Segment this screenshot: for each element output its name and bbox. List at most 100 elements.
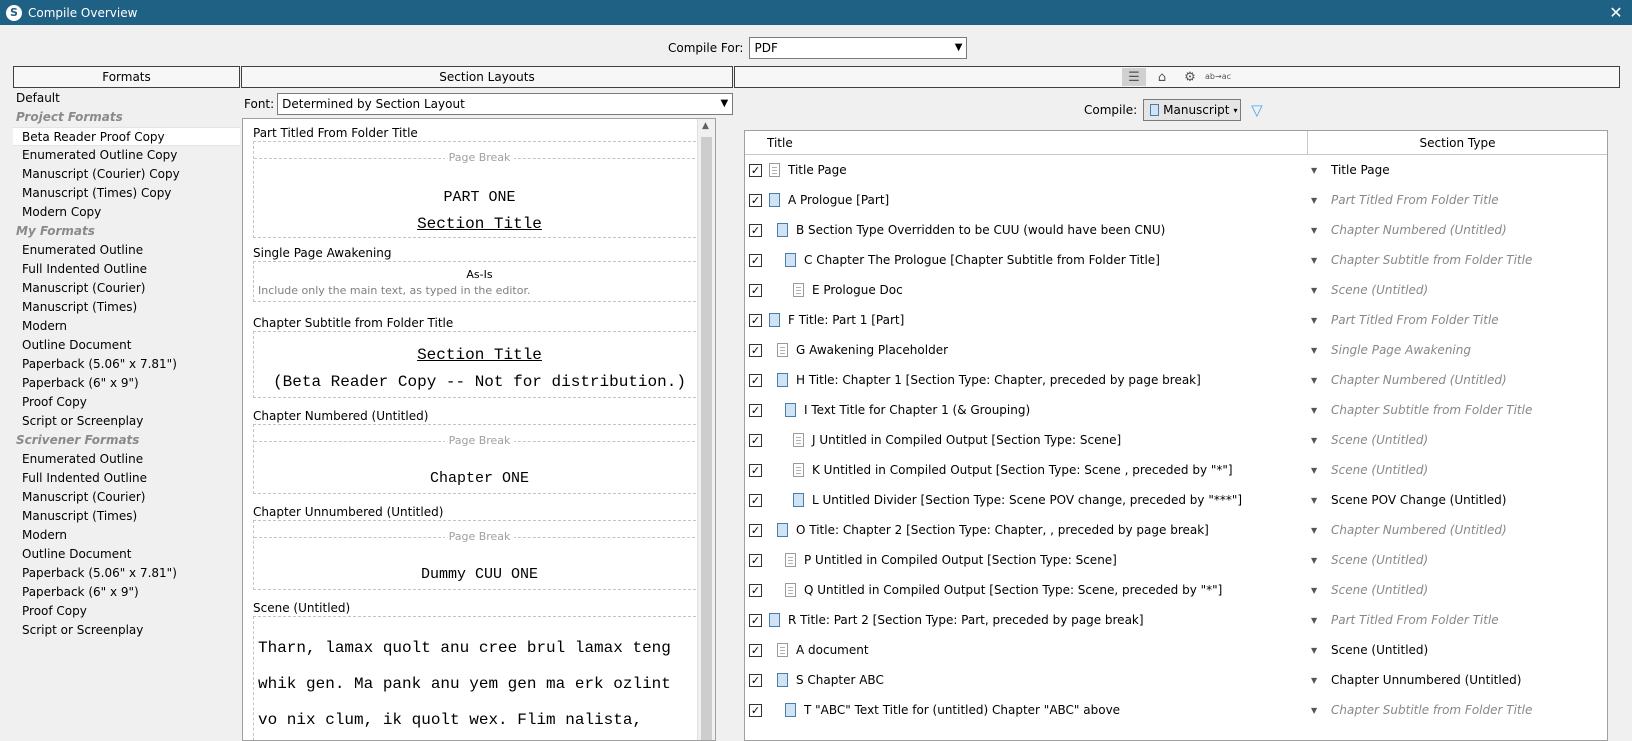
include-checkbox[interactable]: ✓ [749,493,762,507]
include-checkbox[interactable]: ✓ [749,403,762,417]
format-item[interactable]: Manuscript (Courier) [13,279,240,298]
layout-title-part-titled[interactable]: Part Titled From Folder Title [253,126,418,140]
layouts-scrollbar[interactable]: ▲ [697,119,715,740]
font-select[interactable]: Determined by Section Layout ▼ [277,93,734,115]
format-item[interactable]: Manuscript (Times) [13,298,240,317]
section-type-dropdown-icon[interactable]: ▼ [1311,646,1317,655]
section-type-value[interactable]: Scene POV Change (Untitled) [1331,493,1506,507]
layout-title-single-page[interactable]: Single Page Awakening [253,246,392,260]
format-item[interactable]: Enumerated Outline [13,450,240,469]
section-type-value[interactable]: Title Page [1331,163,1390,177]
filter-icon[interactable]: ▽ [1251,101,1263,119]
outline-row[interactable]: ✓ E Prologue Doc ▼ Scene (Untitled) [745,275,1607,305]
format-item[interactable]: Beta Reader Proof Copy [13,127,240,146]
section-type-value[interactable]: Chapter Subtitle from Folder Title [1331,253,1532,267]
close-button[interactable]: ✕ [1604,2,1628,23]
section-type-dropdown-icon[interactable]: ▼ [1311,706,1317,715]
include-checkbox[interactable]: ✓ [749,523,762,537]
section-type-dropdown-icon[interactable]: ▼ [1311,346,1317,355]
layout-preview-single-page[interactable]: As-Is Include only the main text, as typ… [253,261,706,302]
section-type-dropdown-icon[interactable]: ▼ [1311,616,1317,625]
format-item[interactable]: Proof Copy [13,602,240,621]
format-item[interactable]: Manuscript (Times) [13,507,240,526]
include-checkbox[interactable]: ✓ [749,223,762,237]
format-item[interactable]: Proof Copy [13,393,240,412]
format-item[interactable]: Manuscript (Times) Copy [13,184,240,203]
section-type-dropdown-icon[interactable]: ▼ [1311,556,1317,565]
outline-row[interactable]: ✓ T "ABC" Text Title for (untitled) Chapt… [745,695,1607,725]
layout-preview-part-titled[interactable]: Page Break PART ONE Section Title [253,141,706,238]
section-type-value[interactable]: Chapter Subtitle from Folder Title [1331,403,1532,417]
include-checkbox[interactable]: ✓ [749,703,762,717]
layout-preview-chapter-subtitle[interactable]: Section Title (Beta Reader Copy -- Not f… [253,331,706,398]
section-type-value[interactable]: Chapter Subtitle from Folder Title [1331,703,1532,717]
include-checkbox[interactable]: ✓ [749,193,762,207]
outline-row[interactable]: ✓ C Chapter The Prologue [Chapter Subtitl… [745,245,1607,275]
section-type-value[interactable]: Scene (Untitled) [1331,643,1428,657]
section-type-dropdown-icon[interactable]: ▼ [1311,166,1317,175]
include-checkbox[interactable]: ✓ [749,583,762,597]
column-header-title[interactable]: Title [745,131,1308,154]
replace-icon[interactable]: ab→ac [1205,68,1231,86]
section-type-dropdown-icon[interactable]: ▼ [1311,256,1317,265]
outline-row[interactable]: ✓ Q Untitled in Compiled Output [Section … [745,575,1607,605]
section-type-dropdown-icon[interactable]: ▼ [1311,496,1317,505]
format-item[interactable]: Enumerated Outline Copy [13,146,240,165]
section-type-value[interactable]: Scene (Untitled) [1331,553,1428,567]
outline-row[interactable]: ✓ L Untitled Divider [Section Type: Scene… [745,485,1607,515]
outline-row[interactable]: ✓ B Section Type Overridden to be CUU (wo… [745,215,1607,245]
format-item[interactable]: Manuscript (Courier) Copy [13,165,240,184]
include-checkbox[interactable]: ✓ [749,613,762,627]
section-type-value[interactable]: Part Titled From Folder Title [1331,193,1499,207]
section-type-dropdown-icon[interactable]: ▼ [1311,376,1317,385]
outline-row[interactable]: ✓ R Title: Part 2 [Section Type: Part, pr… [745,605,1607,635]
include-checkbox[interactable]: ✓ [749,163,762,177]
section-type-value[interactable]: Scene (Untitled) [1331,583,1428,597]
layout-title-chapter-numbered[interactable]: Chapter Numbered (Untitled) [253,409,428,423]
outline-row[interactable]: ✓ P Untitled in Compiled Output [Section … [745,545,1607,575]
include-checkbox[interactable]: ✓ [749,373,762,387]
format-item[interactable]: Script or Screenplay [13,621,240,640]
section-type-dropdown-icon[interactable]: ▼ [1311,196,1317,205]
tag-icon[interactable]: ⌂ [1150,68,1174,86]
column-header-section-type[interactable]: Section Type [1308,131,1607,154]
include-checkbox[interactable]: ✓ [749,283,762,297]
outline-row[interactable]: ✓ Title Page ▼ Title Page [745,155,1607,185]
layout-title-chapter-subtitle[interactable]: Chapter Subtitle from Folder Title [253,316,453,330]
outline-row[interactable]: ✓ F Title: Part 1 [Part] ▼ Part Titled From… [745,305,1607,335]
list-icon[interactable]: ☰ [1122,68,1146,86]
format-item[interactable]: Outline Document [13,545,240,564]
format-item[interactable]: Paperback (6" x 9") [13,583,240,602]
include-checkbox[interactable]: ✓ [749,343,762,357]
section-type-value[interactable]: Scene (Untitled) [1331,463,1428,477]
outline-row[interactable]: ✓ H Title: Chapter 1 [Section Type: Chapt… [745,365,1607,395]
include-checkbox[interactable]: ✓ [749,313,762,327]
include-checkbox[interactable]: ✓ [749,463,762,477]
format-item[interactable]: Full Indented Outline [13,260,240,279]
format-item[interactable]: Paperback (5.06" x 7.81") [13,564,240,583]
section-type-value[interactable]: Part Titled From Folder Title [1331,313,1499,327]
layout-title-chapter-unnumbered[interactable]: Chapter Unnumbered (Untitled) [253,505,443,519]
scroll-up-arrow-icon[interactable]: ▲ [702,121,709,131]
section-type-value[interactable]: Chapter Numbered (Untitled) [1331,373,1507,387]
format-item[interactable]: Manuscript (Courier) [13,488,240,507]
outline-row[interactable]: ✓ A document ▼ Scene (Untitled) [745,635,1607,665]
section-type-value[interactable]: Chapter Numbered (Untitled) [1331,223,1507,237]
include-checkbox[interactable]: ✓ [749,643,762,657]
section-type-dropdown-icon[interactable]: ▼ [1311,286,1317,295]
section-type-value[interactable]: Scene (Untitled) [1331,283,1428,297]
include-checkbox[interactable]: ✓ [749,433,762,447]
section-type-dropdown-icon[interactable]: ▼ [1311,226,1317,235]
section-type-dropdown-icon[interactable]: ▼ [1311,676,1317,685]
outline-row[interactable]: ✓ I Text Title for Chapter 1 (& Grouping)… [745,395,1607,425]
layout-preview-chapter-numbered[interactable]: Page Break Chapter ONE [253,424,706,494]
include-checkbox[interactable]: ✓ [749,553,762,567]
section-type-dropdown-icon[interactable]: ▼ [1311,406,1317,415]
section-type-dropdown-icon[interactable]: ▼ [1311,466,1317,475]
layout-preview-chapter-unnumbered[interactable]: Page Break Dummy CUU ONE [253,520,706,590]
section-type-dropdown-icon[interactable]: ▼ [1311,526,1317,535]
format-item[interactable]: Modern [13,317,240,336]
outline-row[interactable]: ✓ J Untitled in Compiled Output [Section … [745,425,1607,455]
section-type-value[interactable]: Chapter Numbered (Untitled) [1331,523,1507,537]
layout-title-scene[interactable]: Scene (Untitled) [253,601,350,615]
